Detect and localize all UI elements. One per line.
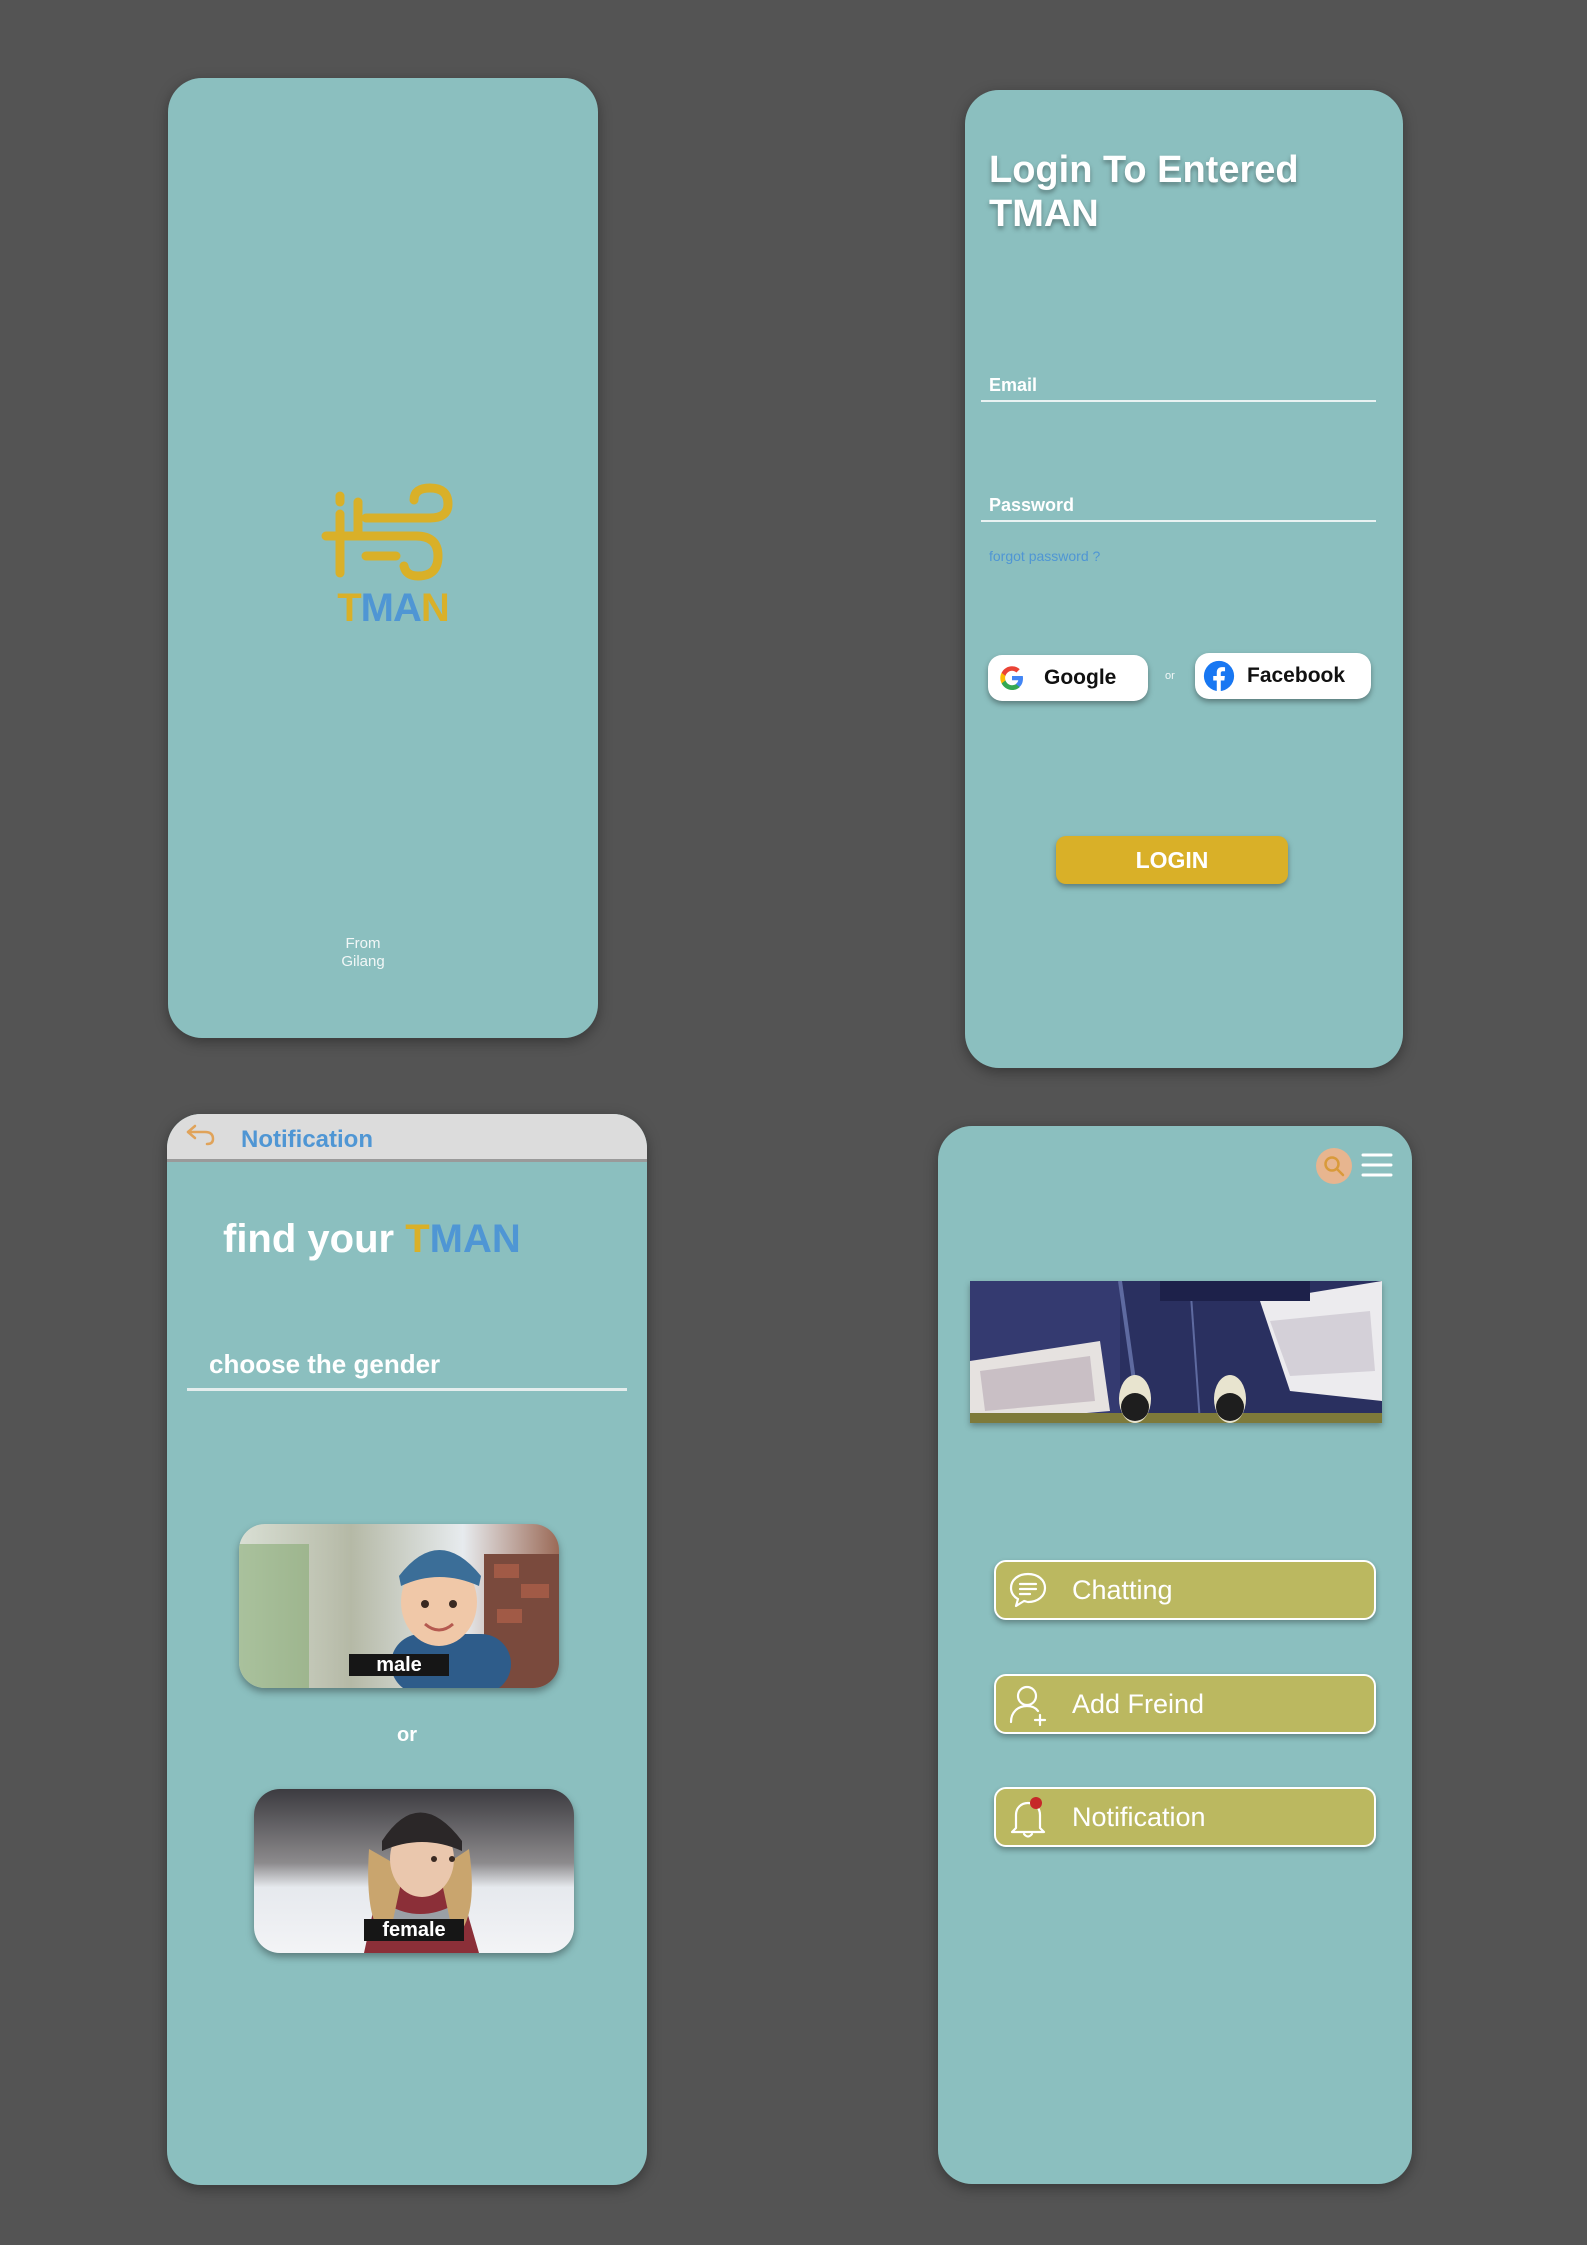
add-friend-label: Add Freind	[1072, 1688, 1205, 1719]
tman-logo: TMAN	[318, 478, 468, 638]
banner-image	[970, 1281, 1382, 1423]
email-field-wrapper	[981, 375, 1376, 402]
login-screen: Login To Entered TMAN forgot password ? …	[965, 90, 1403, 1068]
choose-gender-heading: choose the gender	[187, 1349, 627, 1391]
add-friend-button[interactable]: Add Freind	[994, 1674, 1376, 1734]
chatting-button[interactable]: Chatting	[994, 1560, 1376, 1620]
login-button[interactable]: LOGIN	[1056, 836, 1288, 884]
choose-gender-label: choose the gender	[209, 1349, 441, 1379]
male-option-card[interactable]: male	[239, 1524, 559, 1688]
notification-button[interactable]: Notification	[994, 1787, 1376, 1847]
home-screen: Chatting Add Freind Notification	[938, 1126, 1412, 2184]
find-title: find your TMAN	[223, 1217, 521, 1262]
choose-gender-screen: Notification find your TMAN choose the g…	[167, 1114, 647, 2185]
logo-letter-a: A	[392, 586, 422, 630]
chatting-label: Chatting	[1072, 1574, 1173, 1605]
or-separator: or	[397, 1724, 417, 1746]
find-title-man: MAN	[429, 1217, 521, 1261]
facebook-login-label: Facebook	[1247, 664, 1346, 687]
google-login-label: Google	[1044, 666, 1117, 689]
or-separator: or	[1165, 670, 1175, 682]
password-field[interactable]	[981, 495, 1376, 520]
notification-label: Notification	[1072, 1801, 1206, 1832]
facebook-login-button[interactable]: Facebook	[1195, 653, 1371, 699]
find-title-prefix: find your	[223, 1217, 395, 1261]
logo-letter-m: M	[360, 586, 394, 630]
header-title: Notification	[241, 1126, 373, 1153]
search-icon	[1324, 1156, 1345, 1177]
back-arrow-icon[interactable]	[185, 1122, 215, 1148]
page-title: Login To Entered TMAN	[989, 149, 1299, 235]
google-login-button[interactable]: Google	[988, 655, 1148, 701]
logo-letter-n: N	[420, 586, 450, 630]
bell-icon	[1006, 1795, 1050, 1839]
top-bar: Notification	[167, 1114, 647, 1162]
female-option-card[interactable]: female	[254, 1789, 574, 1953]
male-label: male	[349, 1654, 449, 1676]
hamburger-menu-icon[interactable]	[1361, 1150, 1393, 1180]
google-icon	[996, 662, 1028, 694]
logo-wordmark: TMAN	[318, 586, 468, 631]
credit-text: From Gilang	[168, 935, 558, 971]
forgot-password-link[interactable]: forgot password ?	[989, 548, 1100, 564]
rooftop-view-image	[970, 1281, 1382, 1423]
female-label: female	[364, 1919, 464, 1941]
credit-line-author: Gilang	[341, 953, 385, 970]
search-button[interactable]	[1316, 1148, 1352, 1184]
add-friend-icon	[1006, 1682, 1050, 1726]
email-field[interactable]	[981, 375, 1376, 400]
find-title-t: T	[405, 1217, 430, 1261]
password-field-wrapper	[981, 495, 1376, 522]
wind-logo-icon	[321, 483, 453, 581]
chat-bubble-icon	[1006, 1568, 1050, 1612]
credit-line-from: From	[345, 935, 381, 952]
splash-screen: TMAN From Gilang	[168, 78, 598, 1038]
logo-letter-t: T	[337, 586, 361, 630]
facebook-icon	[1203, 660, 1235, 692]
